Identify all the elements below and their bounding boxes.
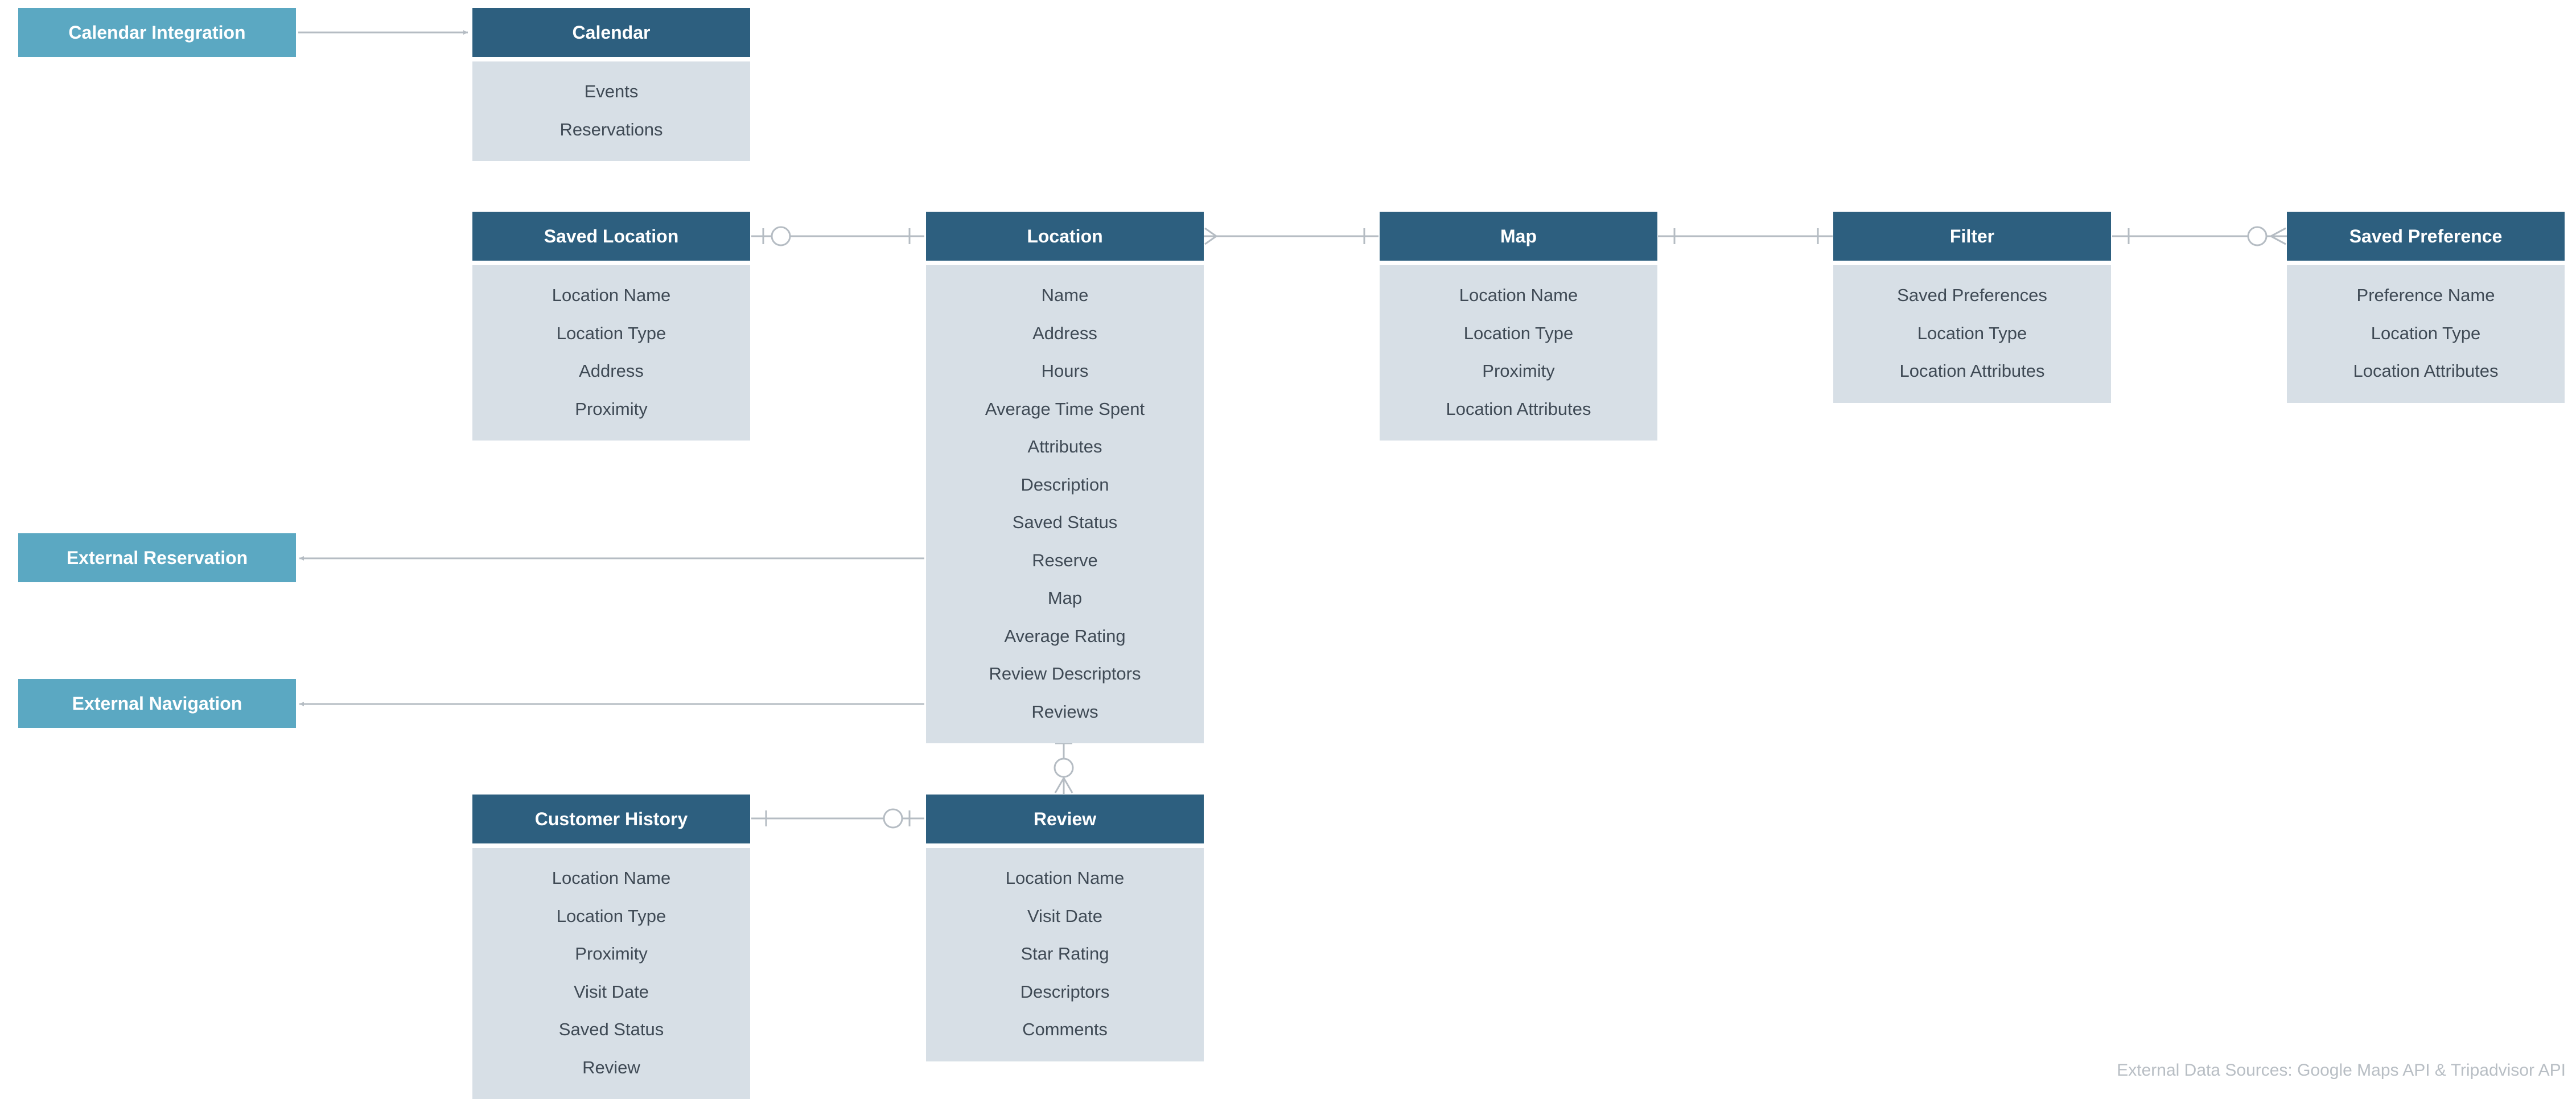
calendar-integration-box: Calendar Integration xyxy=(18,8,296,57)
entity-field: Saved Status xyxy=(1012,512,1118,532)
map-filter-relation xyxy=(1658,228,1833,244)
saved-location-location-relation xyxy=(751,226,924,246)
entity-fields: Saved Preferences Location Type Location… xyxy=(1833,265,2111,403)
entity-field: Location Name xyxy=(552,868,671,888)
filter-saved-preference-relation xyxy=(2112,226,2287,246)
entity-field: Location Name xyxy=(552,285,671,305)
entity-field: Address xyxy=(579,361,644,381)
entity-field: Average Rating xyxy=(1004,625,1126,646)
entity-field: Reservations xyxy=(559,119,663,139)
entity-fields: Location Name Visit Date Star Rating Des… xyxy=(926,848,1204,1061)
entity-field: Review Descriptors xyxy=(989,664,1141,684)
entity-fields: Location Name Location Type Proximity Vi… xyxy=(472,848,750,1099)
entity-field: Description xyxy=(1020,474,1109,495)
entity-fields: Location Name Location Type Address Prox… xyxy=(472,265,750,441)
entity-field: Saved Preferences xyxy=(1897,285,2047,305)
entity-field: Comments xyxy=(1022,1019,1108,1039)
entity-field: Location Attributes xyxy=(1446,398,1591,419)
entity-fields: Location Name Location Type Proximity Lo… xyxy=(1380,265,1657,441)
entity-field: Reserve xyxy=(1032,550,1098,570)
entity-fields: Events Reservations xyxy=(472,61,750,161)
entity-field: Reviews xyxy=(1031,701,1098,722)
entity-title: Saved Location xyxy=(472,212,750,261)
customer-history-review-relation xyxy=(751,808,924,829)
entity-title: Location xyxy=(926,212,1204,261)
entity-field: Proximity xyxy=(575,398,648,419)
external-navigation-box: External Navigation xyxy=(18,679,296,728)
relationship-connectors xyxy=(298,30,2287,829)
saved-preference-entity: Saved Preference Preference Name Locatio… xyxy=(2287,212,2565,403)
entity-title: Filter xyxy=(1833,212,2111,261)
entity-field: Location Type xyxy=(2371,323,2481,343)
customer-history-entity: Customer History Location Name Location … xyxy=(472,795,750,1099)
map-entity: Map Location Name Location Type Proximit… xyxy=(1380,212,1657,441)
entity-field: Location Type xyxy=(1917,323,2027,343)
saved-location-entity: Saved Location Location Name Location Ty… xyxy=(472,212,750,441)
entity-field: Saved Status xyxy=(558,1019,664,1039)
entity-field: Location Type xyxy=(1463,323,1574,343)
external-reservation-box: External Reservation xyxy=(18,533,296,582)
entity-field: Events xyxy=(584,81,639,101)
entity-field: Address xyxy=(1032,323,1097,343)
entity-field: Proximity xyxy=(1482,361,1555,381)
er-diagram: Calendar Integration External Reservatio… xyxy=(0,0,2576,1099)
entity-field: Visit Date xyxy=(573,981,649,1002)
entity-field: Map xyxy=(1047,588,1083,608)
review-entity: Review Location Name Visit Date Star Rat… xyxy=(926,795,1204,1061)
entity-field: Location Name xyxy=(1005,868,1125,888)
entity-field: Descriptors xyxy=(1020,981,1110,1002)
entity-field: Review xyxy=(582,1057,640,1077)
entity-field: Proximity xyxy=(575,944,648,964)
entity-title: Review xyxy=(926,795,1204,843)
entity-field: Location Type xyxy=(556,905,666,926)
location-entity: Location Name Address Hours Average Time… xyxy=(926,212,1204,743)
entity-field: Hours xyxy=(1041,361,1089,381)
entity-field: Attributes xyxy=(1027,437,1102,456)
calendar-entity: Calendar Events Reservations xyxy=(472,8,750,161)
entity-field: Location Attributes xyxy=(2353,361,2499,381)
entity-fields: Name Address Hours Average Time Spent At… xyxy=(926,265,1204,743)
entity-field: Visit Date xyxy=(1027,905,1103,926)
entity-field: Location Type xyxy=(556,323,666,343)
data-sources-footnote: External Data Sources: Google Maps API &… xyxy=(2117,1061,2566,1080)
entity-title: Saved Preference xyxy=(2287,212,2565,261)
entity-field: Preference Name xyxy=(2356,285,2495,305)
entity-title: Customer History xyxy=(472,795,750,843)
entity-fields: Preference Name Location Type Location A… xyxy=(2287,265,2565,403)
entity-field: Name xyxy=(1041,285,1089,305)
entity-field: Star Rating xyxy=(1020,944,1109,964)
entity-field: Average Time Spent xyxy=(985,398,1145,419)
location-map-relation xyxy=(1204,227,1378,245)
entity-field: Location Attributes xyxy=(1899,361,2045,381)
entity-field: Location Name xyxy=(1459,285,1578,305)
filter-entity: Filter Saved Preferences Location Type L… xyxy=(1833,212,2111,403)
entity-title: Calendar xyxy=(472,8,750,57)
entity-title: Map xyxy=(1380,212,1657,261)
